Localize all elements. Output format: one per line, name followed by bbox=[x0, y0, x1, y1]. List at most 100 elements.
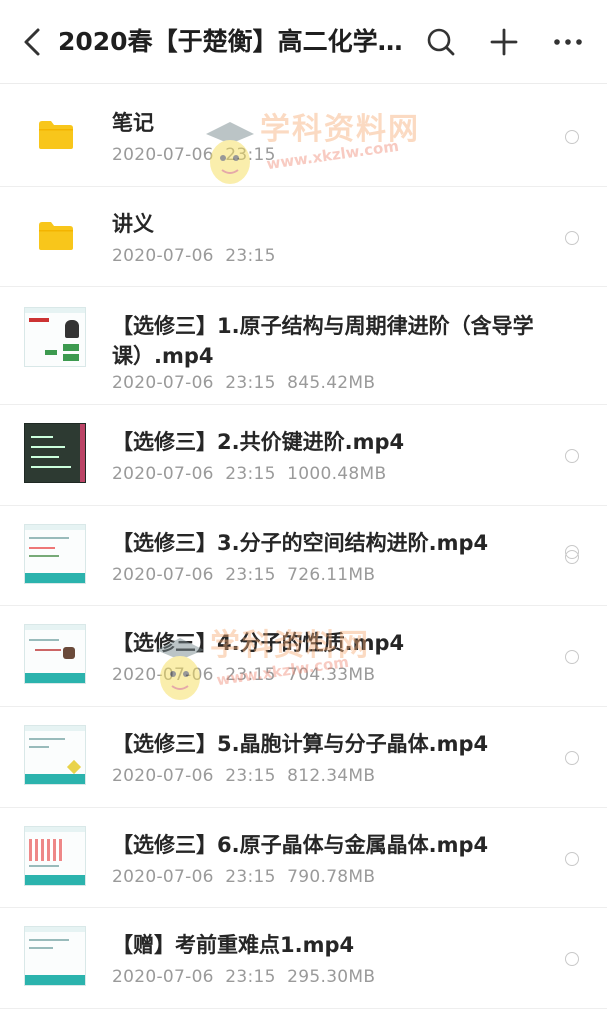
file-time: 23:15 bbox=[225, 866, 276, 887]
file-name: 【选修三】6.原子晶体与金属晶体.mp4 bbox=[112, 832, 489, 857]
list-item[interactable]: 【赠】考前重难点1.mp4 2020-07-06 23:15 295.30MB bbox=[0, 908, 607, 1009]
thumb-person bbox=[63, 647, 75, 660]
folder-icon bbox=[39, 221, 73, 250]
file-size: 812.34MB bbox=[287, 765, 376, 786]
file-time: 23:15 bbox=[225, 665, 276, 686]
plus-icon bbox=[490, 28, 518, 56]
file-date: 2020-07-06 bbox=[112, 765, 214, 786]
thumb-header bbox=[25, 308, 85, 314]
thumb-header bbox=[25, 927, 85, 933]
file-date: 2020-07-06 bbox=[112, 866, 214, 887]
file-meta: 2020-07-06 23:15 704.33MB bbox=[112, 664, 375, 686]
video-thumbnail bbox=[24, 307, 86, 368]
thumb-mark bbox=[45, 350, 57, 356]
file-size: 295.30MB bbox=[287, 967, 376, 988]
thumb-header bbox=[25, 524, 85, 530]
select-radio[interactable] bbox=[565, 230, 579, 245]
file-meta: 2020-07-06 23:15 845.42MB bbox=[112, 372, 375, 394]
chevron-left-icon bbox=[24, 28, 40, 56]
file-meta: 2020-07-06 23:15 790.78MB bbox=[112, 866, 375, 888]
thumb-header bbox=[25, 725, 85, 731]
list-item[interactable]: 讲义 2020-07-06 23:15 bbox=[0, 187, 607, 288]
list-item[interactable]: 【选修三】3.分子的空间结构进阶.mp4 2020-07-06 23:15 72… bbox=[0, 506, 607, 607]
list-item[interactable]: 笔记 2020-07-06 23:15 bbox=[0, 86, 607, 187]
thumb-header bbox=[25, 826, 85, 832]
thumb-mark bbox=[29, 318, 49, 323]
file-meta: 2020-07-06 23:15 812.34MB bbox=[112, 765, 375, 787]
video-thumbnail bbox=[24, 724, 86, 785]
file-time: 23:15 bbox=[225, 765, 276, 786]
file-meta: 2020-07-06 23:15 bbox=[112, 144, 276, 166]
thumb-mark bbox=[80, 424, 85, 483]
file-time: 23:15 bbox=[225, 373, 276, 394]
thumb-mark bbox=[31, 456, 59, 459]
video-thumbnail bbox=[24, 523, 86, 584]
thumb-mark bbox=[29, 546, 55, 549]
file-name: 【选修三】2.共价键进阶.mp4 bbox=[112, 430, 405, 455]
thumb-footer bbox=[25, 572, 85, 583]
thumb-mark bbox=[31, 436, 53, 439]
thumb-mark bbox=[29, 536, 69, 539]
thumb-mark bbox=[35, 649, 61, 652]
thumb-header bbox=[25, 625, 85, 631]
select-radio[interactable] bbox=[565, 130, 579, 144]
thumb-mark bbox=[31, 466, 71, 469]
file-name: 【选修三】4.分子的性质.mp4 bbox=[112, 631, 405, 656]
thumb-footer bbox=[25, 773, 85, 784]
back-button[interactable] bbox=[14, 24, 50, 60]
select-radio[interactable] bbox=[565, 650, 579, 665]
search-button[interactable] bbox=[421, 24, 461, 60]
thumb-mark bbox=[29, 939, 69, 942]
list-item[interactable]: 【选修三】1.原子结构与周期律进阶（含导学课）.mp4 2020-07-06 2… bbox=[0, 287, 607, 560]
more-button[interactable] bbox=[548, 24, 588, 60]
video-thumbnail bbox=[24, 423, 86, 484]
file-size: 726.11MB bbox=[287, 564, 376, 585]
page-title: 2020春【于楚衡】高二化学选修三 bbox=[58, 27, 410, 56]
select-radio[interactable] bbox=[565, 449, 579, 464]
file-time: 23:15 bbox=[225, 564, 276, 585]
file-name: 讲义 bbox=[112, 211, 154, 236]
file-size: 845.42MB bbox=[287, 373, 376, 394]
select-radio[interactable] bbox=[565, 952, 579, 967]
select-radio[interactable] bbox=[565, 549, 579, 564]
thumb-mark bbox=[63, 344, 79, 352]
add-button[interactable] bbox=[484, 24, 524, 60]
file-name: 笔记 bbox=[112, 111, 154, 135]
more-dots-icon bbox=[554, 39, 582, 45]
file-name: 【选修三】3.分子的空间结构进阶.mp4 bbox=[112, 530, 489, 555]
file-date: 2020-07-06 bbox=[112, 564, 214, 585]
file-date: 2020-07-06 bbox=[112, 464, 214, 485]
search-icon bbox=[427, 28, 455, 56]
thumb-mark bbox=[29, 838, 63, 861]
thumb-footer bbox=[25, 975, 85, 986]
thumb-footer bbox=[25, 874, 85, 885]
file-size: 790.78MB bbox=[287, 866, 376, 887]
file-size: 1000.48MB bbox=[287, 464, 387, 485]
thumb-mark bbox=[66, 759, 82, 775]
file-date: 2020-07-06 bbox=[112, 373, 214, 394]
file-name: 【选修三】1.原子结构与周期律进阶（含导学课）.mp4 bbox=[112, 314, 534, 369]
file-date: 2020-07-06 bbox=[112, 145, 214, 165]
list-item[interactable]: 【选修三】2.共价键进阶.mp4 2020-07-06 23:15 1000.4… bbox=[0, 405, 607, 506]
file-meta: 2020-07-06 23:15 726.11MB bbox=[112, 564, 375, 586]
thumb-mark bbox=[29, 745, 49, 748]
file-time: 23:15 bbox=[225, 145, 276, 165]
thumb-mark bbox=[29, 737, 65, 740]
list-item[interactable]: 【选修三】4.分子的性质.mp4 2020-07-06 23:15 704.33… bbox=[0, 606, 607, 707]
file-time: 23:15 bbox=[225, 967, 276, 988]
file-time: 23:15 bbox=[225, 464, 276, 485]
file-date: 2020-07-06 bbox=[112, 967, 214, 988]
thumb-mark bbox=[29, 639, 59, 642]
list-item[interactable]: 【选修三】5.晶胞计算与分子晶体.mp4 2020-07-06 23:15 81… bbox=[0, 707, 607, 808]
thumb-mark bbox=[31, 446, 65, 449]
thumb-mark bbox=[29, 864, 59, 867]
select-radio[interactable] bbox=[565, 851, 579, 866]
file-size: 704.33MB bbox=[287, 665, 376, 686]
select-radio[interactable] bbox=[565, 750, 579, 765]
file-name: 【赠】考前重难点1.mp4 bbox=[112, 933, 355, 958]
file-meta: 2020-07-06 23:15 295.30MB bbox=[112, 966, 375, 988]
list-item[interactable]: 【选修三】6.原子晶体与金属晶体.mp4 2020-07-06 23:15 79… bbox=[0, 808, 607, 909]
file-date: 2020-07-06 bbox=[112, 665, 214, 686]
thumb-footer bbox=[25, 673, 85, 684]
video-thumbnail bbox=[24, 825, 86, 886]
